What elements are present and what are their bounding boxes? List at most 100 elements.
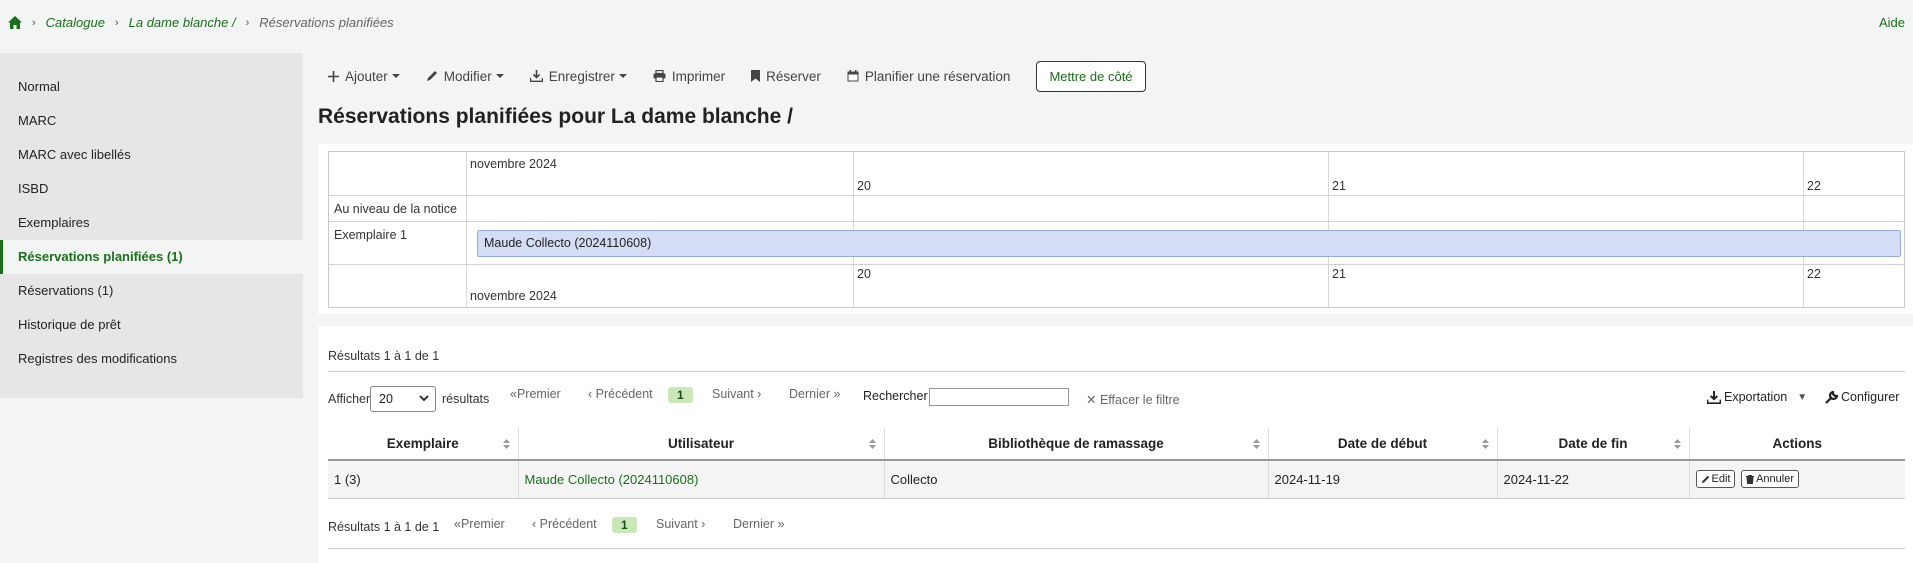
configure-label: Configurer xyxy=(1841,390,1900,404)
clear-filter-button[interactable]: ✕ Effacer le filtre xyxy=(1086,392,1180,408)
save-button[interactable]: Enregistrer xyxy=(529,69,627,84)
timeline-day-top: 21 xyxy=(1332,179,1346,193)
page-size-select[interactable]: 20 xyxy=(370,386,436,412)
bookings-table: Exemplaire Utilisateur Bibliothèque de r… xyxy=(328,428,1905,499)
edit-booking-label: Edit xyxy=(1711,473,1731,486)
cancel-booking-button[interactable]: Annuler xyxy=(1741,470,1800,489)
sidebar-item-modification-log[interactable]: Registres des modifications xyxy=(0,342,303,376)
breadcrumb-catalogue[interactable]: Catalogue xyxy=(46,15,105,30)
sidebar-item-normal[interactable]: Normal xyxy=(0,70,303,104)
home-icon[interactable] xyxy=(8,16,22,29)
pencil-icon xyxy=(1701,475,1709,483)
double-chevron-left-icon: « xyxy=(454,517,461,531)
printer-icon xyxy=(653,70,666,82)
caret-down-icon xyxy=(391,74,400,78)
pager-previous-top[interactable]: ‹ Précédent xyxy=(588,387,653,401)
table-row: 1 (3) Maude Collecto (2024110608) Collec… xyxy=(328,460,1905,499)
divider xyxy=(328,548,1905,549)
column-header-start-date[interactable]: Date de début xyxy=(1268,428,1498,461)
trash-icon xyxy=(1746,474,1755,484)
edit-button-label: Modifier xyxy=(443,68,492,84)
show-label: Afficher xyxy=(328,392,371,406)
column-header-end-date[interactable]: Date de fin xyxy=(1497,428,1690,461)
sidebar-item-items[interactable]: Exemplaires xyxy=(0,206,303,240)
column-header-pickup-library-label: Bibliothèque de ramassage xyxy=(988,436,1164,451)
pager-next-top[interactable]: Suivant › xyxy=(712,387,761,401)
plan-booking-button-label: Planifier une réservation xyxy=(864,68,1011,84)
timeline-row-divider xyxy=(329,221,1904,222)
results-summary-bottom: Résultats 1 à 1 de 1 xyxy=(328,520,440,534)
pager-first-label: Premier xyxy=(516,387,561,401)
sidebar-item-checkout-history[interactable]: Historique de prêt xyxy=(0,308,303,342)
caret-down-icon: ▼ xyxy=(1797,391,1808,403)
edit-button[interactable]: Modifier xyxy=(426,69,504,84)
pager-current-top[interactable]: 1 xyxy=(668,387,693,403)
configure-button[interactable]: Configurer xyxy=(1825,390,1899,404)
column-header-item[interactable]: Exemplaire xyxy=(328,428,519,461)
add-button[interactable]: Ajouter xyxy=(328,69,400,84)
calendar-icon xyxy=(847,70,859,82)
sidebar-item-marc[interactable]: MARC xyxy=(0,104,303,138)
results-label: résultats xyxy=(442,392,490,406)
timeline-row-label-item: Exemplaire 1 xyxy=(334,228,407,242)
print-button-label: Imprimer xyxy=(671,68,726,84)
reserve-button[interactable]: Réserver xyxy=(751,69,821,84)
column-header-start-date-label: Date de début xyxy=(1337,436,1428,451)
set-aside-button[interactable]: Mettre de côté xyxy=(1036,60,1146,92)
chevron-right-icon: › xyxy=(697,517,706,531)
pager-first-bottom[interactable]: «Premier xyxy=(454,517,505,531)
pager-previous-bottom[interactable]: ‹ Précédent xyxy=(532,517,597,531)
print-button[interactable]: Imprimer xyxy=(653,69,725,84)
edit-booking-button[interactable]: Edit xyxy=(1695,470,1736,489)
pager-last-top[interactable]: Dernier » xyxy=(789,387,840,401)
pager-previous-label: Précédent xyxy=(539,517,597,531)
cell-patron: Maude Collecto (2024110608) xyxy=(518,460,885,499)
sort-icon xyxy=(1481,439,1489,449)
plan-booking-button[interactable]: Planifier une réservation xyxy=(847,68,1011,84)
sort-icon xyxy=(1673,439,1681,449)
pager-current-bottom[interactable]: 1 xyxy=(612,517,637,533)
bookings-timeline-panel: novembre 2024 20 21 22 Au niveau de la n… xyxy=(318,144,1913,314)
timeline-day-bottom: 22 xyxy=(1807,267,1821,281)
sort-icon xyxy=(868,439,876,449)
search-input[interactable] xyxy=(929,388,1069,406)
cell-start-date: 2024-11-19 xyxy=(1268,460,1498,499)
timeline-day-top: 22 xyxy=(1807,179,1821,193)
chevron-right-icon: › xyxy=(32,16,36,29)
column-header-pickup-library[interactable]: Bibliothèque de ramassage xyxy=(884,428,1269,461)
sidebar-item-holds[interactable]: Réservations (1) xyxy=(0,274,303,308)
results-summary-top: Résultats 1 à 1 de 1 xyxy=(328,349,440,363)
download-icon xyxy=(529,70,543,82)
bookings-results-panel: Résultats 1 à 1 de 1 Afficher 20 résulta… xyxy=(318,326,1913,563)
caret-down-icon xyxy=(495,74,504,78)
column-header-item-label: Exemplaire xyxy=(386,436,459,451)
sidebar-item-isbd[interactable]: ISBD xyxy=(0,172,303,206)
cell-pickup-library: Collecto xyxy=(884,460,1269,499)
plus-icon xyxy=(328,70,339,82)
pager-last-label: Dernier xyxy=(733,517,774,531)
column-header-end-date-label: Date de fin xyxy=(1558,436,1628,451)
pager-first-top[interactable]: «Premier xyxy=(510,387,561,401)
sidebar-item-marc-labels[interactable]: MARC avec libellés xyxy=(0,138,303,172)
page-size-value: 20 xyxy=(379,392,393,406)
breadcrumb-current: Réservations planifiées xyxy=(259,15,394,30)
timeline-day-bottom: 21 xyxy=(1332,267,1346,281)
timeline-booking-bar[interactable]: Maude Collecto (2024110608) xyxy=(477,230,1901,257)
patron-link[interactable]: Maude Collecto (2024110608) xyxy=(525,472,699,487)
cell-end-date: 2024-11-22 xyxy=(1497,460,1690,499)
sidebar-item-bookings[interactable]: Réservations planifiées (1) xyxy=(0,240,303,274)
breadcrumb-record[interactable]: La dame blanche / xyxy=(129,15,236,30)
help-link[interactable]: Aide xyxy=(1879,15,1905,30)
timeline-row-label-record: Au niveau de la notice xyxy=(334,202,458,216)
divider xyxy=(328,371,1905,372)
double-chevron-right-icon: » xyxy=(774,517,785,531)
pager-next-bottom[interactable]: Suivant › xyxy=(656,517,705,531)
export-button[interactable]: Exportation ▼ xyxy=(1707,390,1807,404)
timeline-row-divider xyxy=(329,264,1904,265)
clear-filter-label: Effacer le filtre xyxy=(1099,392,1180,407)
table-header-row: Exemplaire Utilisateur Bibliothèque de r… xyxy=(328,428,1905,461)
pager-last-bottom[interactable]: Dernier » xyxy=(733,517,784,531)
timeline-day-top: 20 xyxy=(857,179,871,193)
sort-icon xyxy=(1252,439,1260,449)
column-header-patron[interactable]: Utilisateur xyxy=(518,428,885,461)
